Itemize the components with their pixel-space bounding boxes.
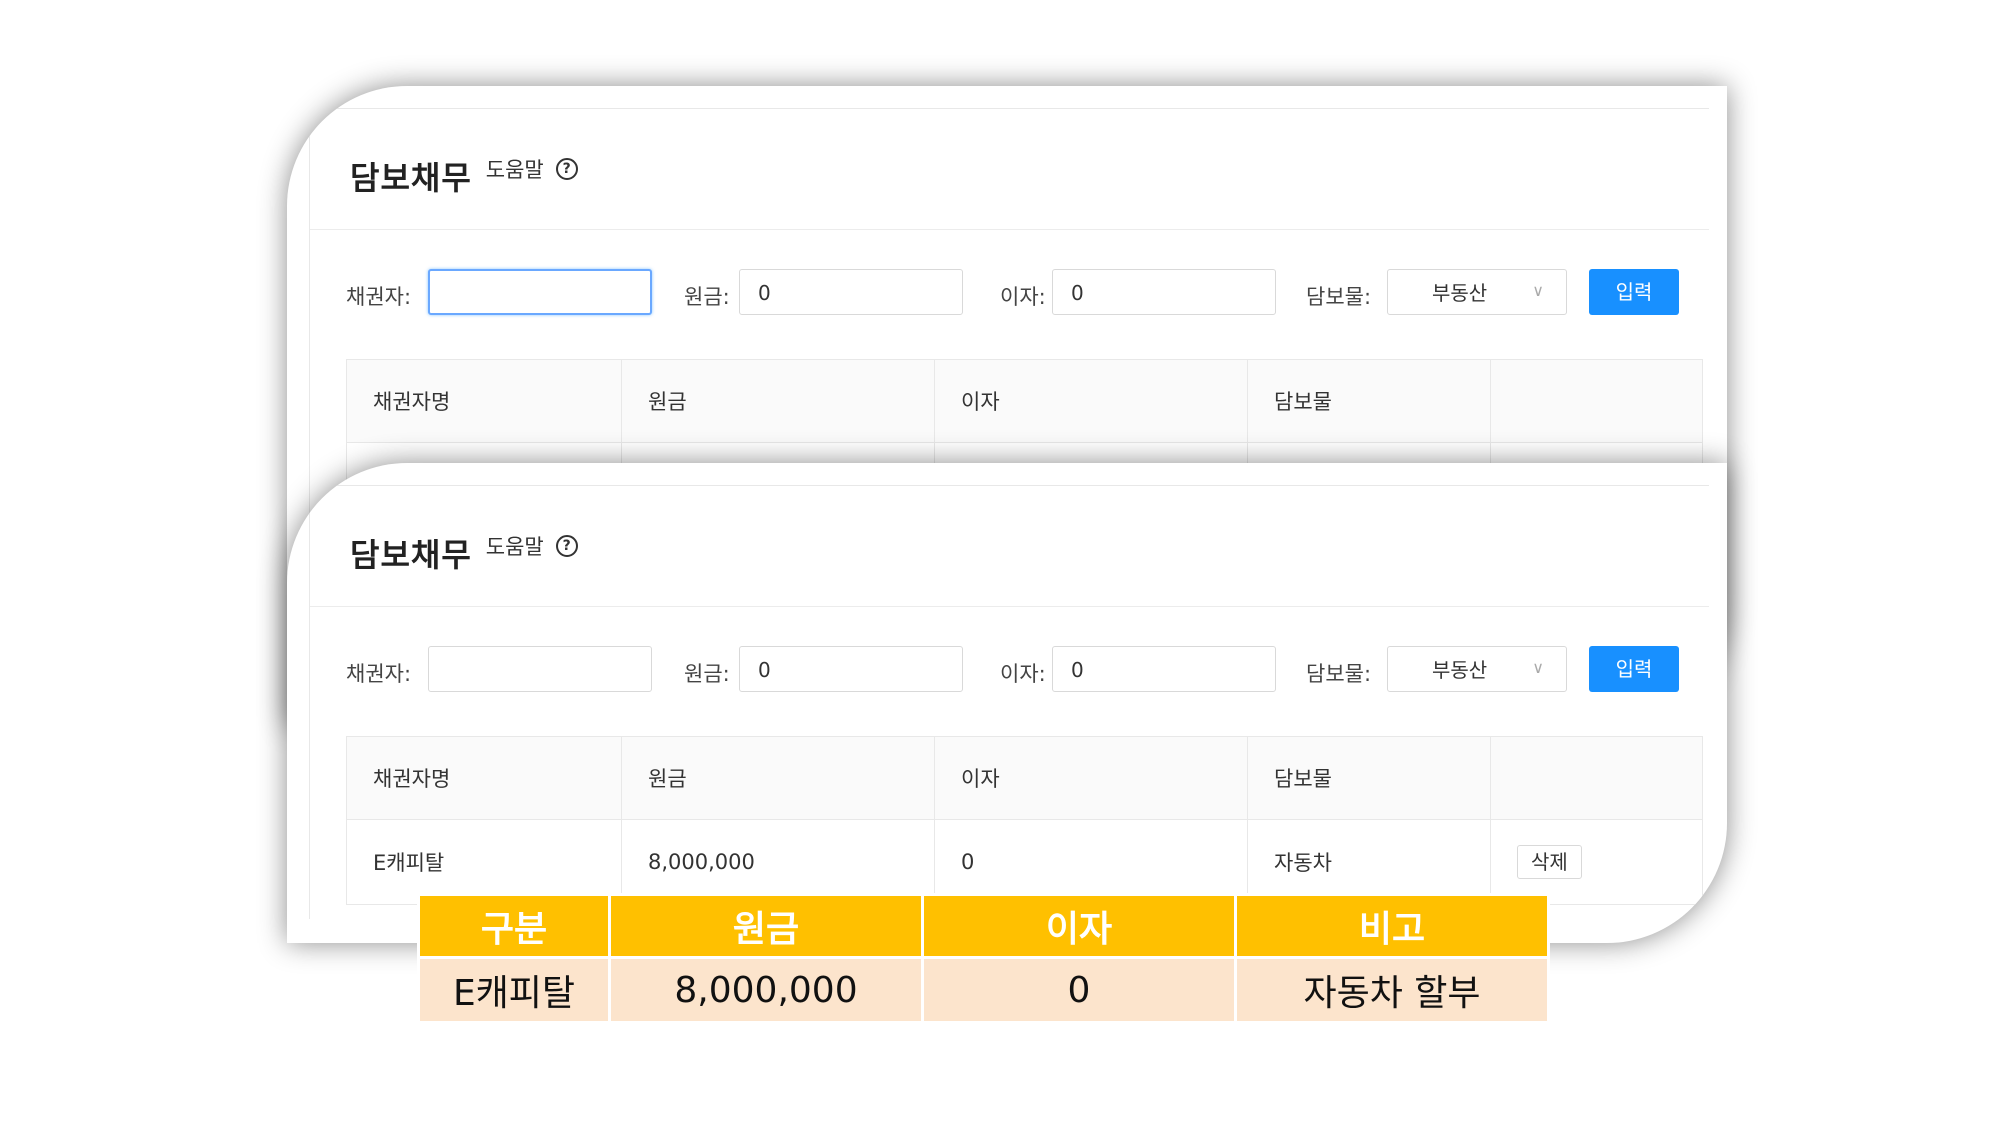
- creditor-input[interactable]: [428, 646, 652, 692]
- panel-title: 담보채무: [350, 536, 472, 574]
- summary-cell-category: E캐피탈: [417, 956, 611, 1024]
- interest-label: 이자:: [1000, 662, 1046, 686]
- submit-button[interactable]: 입력: [1589, 269, 1679, 315]
- principal-label: 원금:: [684, 285, 730, 309]
- summary-cell-note: 자동차 할부: [1234, 956, 1550, 1024]
- table-row: E캐피탈 8,000,000 0 자동차 삭제: [346, 819, 1703, 905]
- interest-label: 이자:: [1000, 285, 1046, 309]
- help-circle-icon[interactable]: ?: [555, 158, 578, 180]
- table-header-row: 채권자명 원금 이자 담보물: [346, 359, 1703, 443]
- summary-header-row: 구분 원금 이자 비고: [417, 893, 1550, 959]
- panel-header: 담보채무 도움말 ?: [350, 528, 578, 578]
- creditor-label: 채권자:: [346, 285, 412, 309]
- collateral-select[interactable]: 부동산 ∨: [1387, 269, 1567, 315]
- header-interest: 이자: [934, 359, 1248, 443]
- submit-button[interactable]: 입력: [1589, 646, 1679, 692]
- header-creditor: 채권자명: [346, 736, 622, 820]
- header-collateral: 담보물: [1247, 359, 1491, 443]
- delete-button[interactable]: 삭제: [1517, 845, 1582, 879]
- collateral-label: 담보물:: [1306, 662, 1372, 686]
- debt-table: 채권자명 원금 이자 담보물 E캐피탈 8,000,000 0 자동차 삭제: [346, 736, 1703, 905]
- panel-header: 담보채무 도움말 ?: [350, 151, 578, 201]
- help-circle-icon[interactable]: ?: [555, 535, 578, 557]
- creditor-label: 채권자:: [346, 662, 412, 686]
- principal-label: 원금:: [684, 662, 730, 686]
- header-action: [1490, 736, 1703, 820]
- collateral-label: 담보물:: [1306, 285, 1372, 309]
- chevron-down-icon: ∨: [1532, 658, 1544, 677]
- header-collateral: 담보물: [1247, 736, 1491, 820]
- help-link[interactable]: 도움말: [486, 154, 544, 184]
- summary-table: 구분 원금 이자 비고 E캐피탈 8,000,000 0 자동차 할부: [417, 893, 1550, 1024]
- summary-header-principal: 원금: [608, 893, 924, 959]
- collateral-select[interactable]: 부동산 ∨: [1387, 646, 1567, 692]
- table-header-row: 채권자명 원금 이자 담보물: [346, 736, 1703, 820]
- summary-cell-principal: 8,000,000: [608, 956, 924, 1024]
- summary-header-category: 구분: [417, 893, 611, 959]
- header-action: [1490, 359, 1703, 443]
- divider: [310, 229, 1709, 230]
- chevron-down-icon: ∨: [1532, 281, 1544, 300]
- debt-panel-after: 담보채무 도움말 ? 채권자: 원금: 0 이자: 0 담보물: 부동산 ∨ 입…: [287, 463, 1727, 943]
- header-principal: 원금: [621, 359, 935, 443]
- collateral-select-value: 부동산: [1432, 658, 1488, 682]
- creditor-input[interactable]: [428, 269, 652, 315]
- header-interest: 이자: [934, 736, 1248, 820]
- principal-input[interactable]: 0: [739, 269, 963, 315]
- panel-title: 담보채무: [350, 159, 472, 197]
- interest-input[interactable]: 0: [1052, 269, 1276, 315]
- cell-principal: 8,000,000: [621, 819, 935, 905]
- principal-input[interactable]: 0: [739, 646, 963, 692]
- summary-cell-interest: 0: [921, 956, 1237, 1024]
- help-link[interactable]: 도움말: [486, 531, 544, 561]
- summary-header-interest: 이자: [921, 893, 1237, 959]
- divider: [310, 606, 1709, 607]
- header-creditor: 채권자명: [346, 359, 622, 443]
- interest-input[interactable]: 0: [1052, 646, 1276, 692]
- collateral-select-value: 부동산: [1432, 281, 1488, 305]
- cell-creditor: E캐피탈: [346, 819, 622, 905]
- cell-collateral: 자동차: [1247, 819, 1491, 905]
- cell-action: 삭제: [1490, 819, 1703, 905]
- cell-interest: 0: [934, 819, 1248, 905]
- summary-header-note: 비고: [1234, 893, 1550, 959]
- summary-row: E캐피탈 8,000,000 0 자동차 할부: [417, 956, 1550, 1024]
- header-principal: 원금: [621, 736, 935, 820]
